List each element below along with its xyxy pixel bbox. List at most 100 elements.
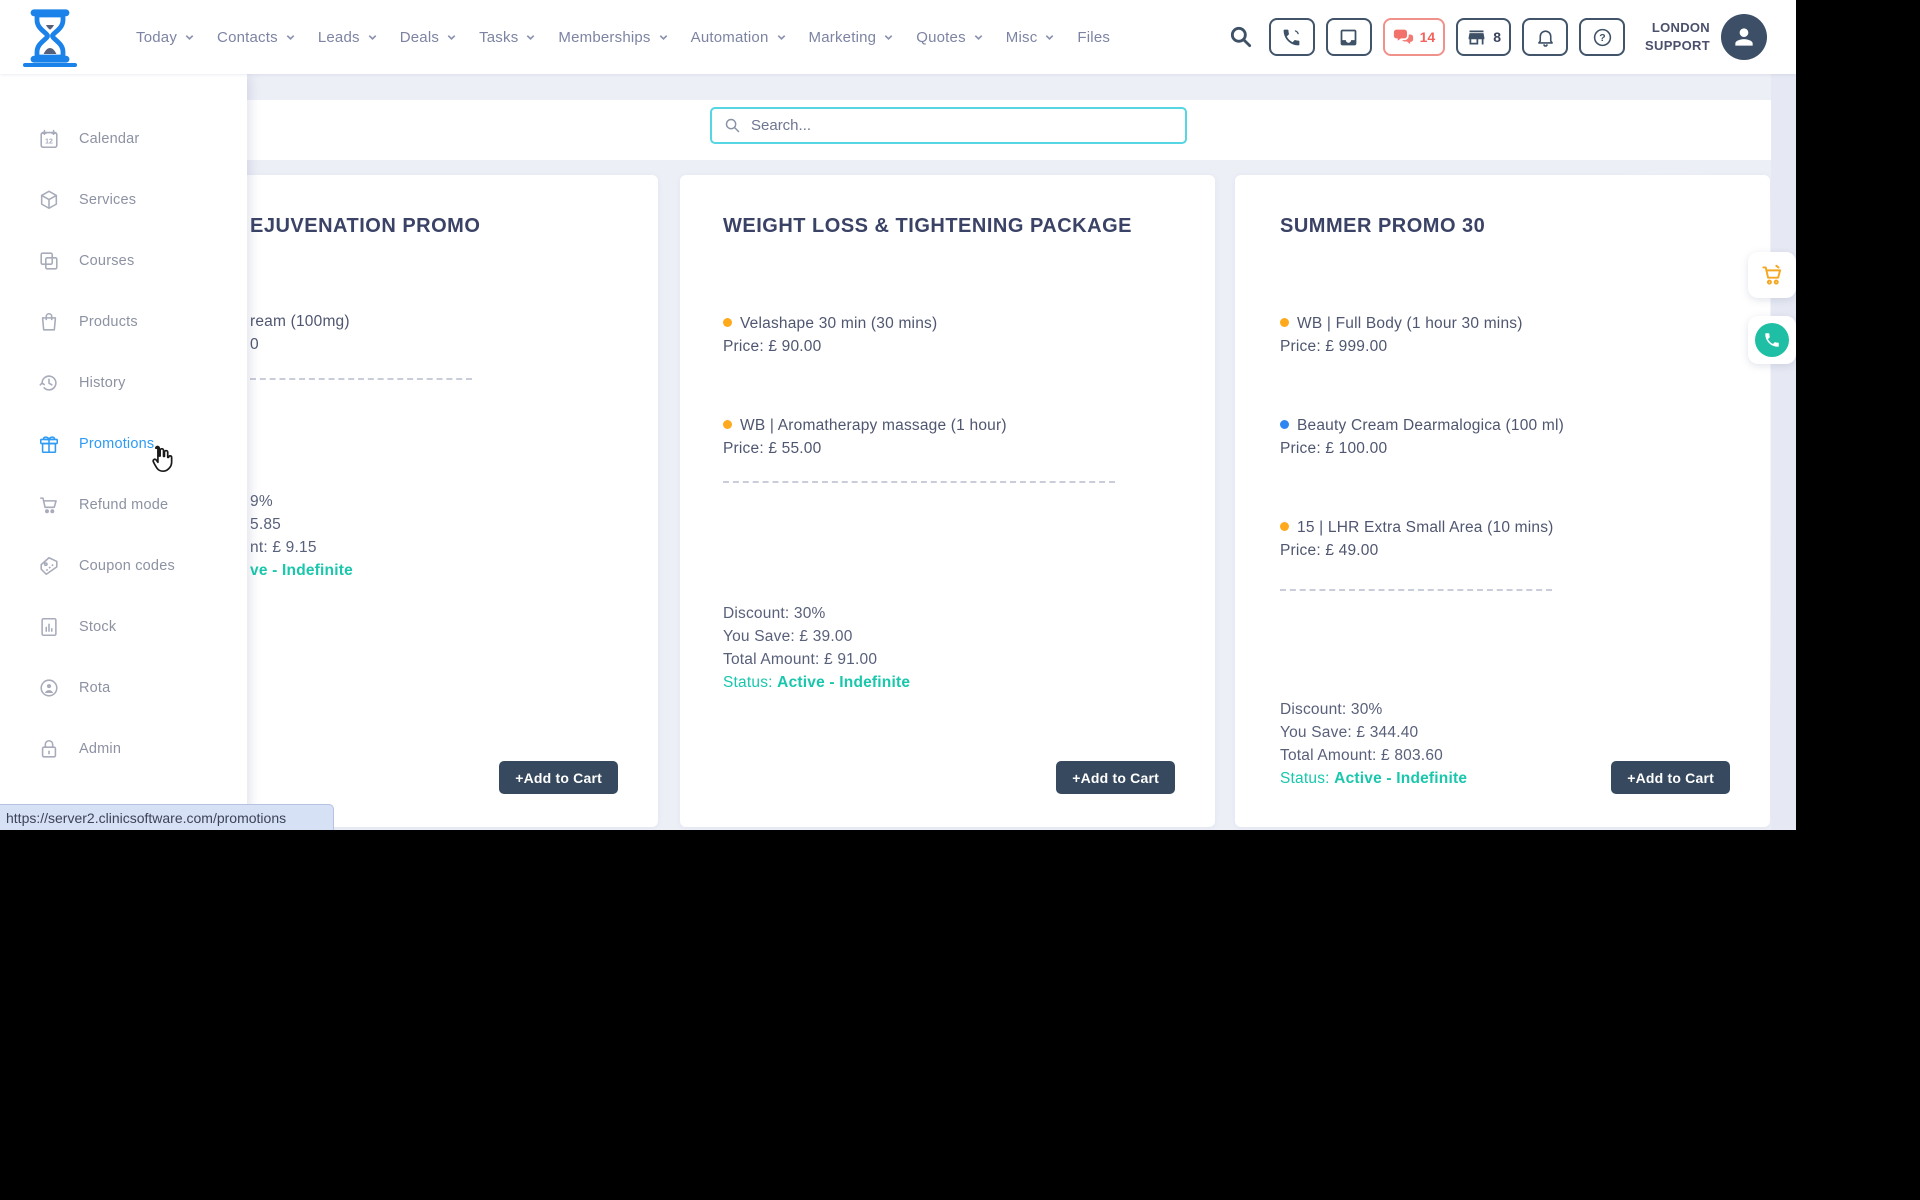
help-button[interactable]: ? bbox=[1579, 18, 1625, 56]
inbox-button[interactable] bbox=[1325, 18, 1372, 56]
phone-icon bbox=[1283, 29, 1300, 45]
account-name: LONDON SUPPORT bbox=[1645, 20, 1710, 53]
sidebar-item-promotions[interactable]: Promotions bbox=[0, 413, 247, 474]
promo-item: WB | Aromatherapy massage (1 hour) bbox=[723, 417, 1007, 435]
promo-title: WEIGHT LOSS & TIGHTENING PACKAGE bbox=[723, 215, 1132, 237]
sidebar-item-label: Rota bbox=[79, 679, 111, 696]
shopping-bag-icon bbox=[41, 312, 57, 331]
promo-item-price: 0 bbox=[250, 336, 259, 353]
chevron-down-icon bbox=[884, 34, 893, 40]
menu-item-contacts[interactable]: Contacts bbox=[217, 29, 296, 46]
divider bbox=[1280, 589, 1552, 591]
search-icon[interactable] bbox=[1228, 24, 1254, 50]
bullet-icon bbox=[723, 420, 732, 430]
promo-status: ve - Indefinite bbox=[250, 562, 353, 579]
floating-whatsapp-button[interactable] bbox=[1748, 316, 1796, 364]
promo-item-price: Price: £ 90.00 bbox=[723, 338, 822, 355]
promo-title: EJUVENATION PROMO bbox=[250, 215, 481, 237]
sidebar-item-label: Refund mode bbox=[79, 496, 169, 513]
sidebar-item-calendar[interactable]: 12 Calendar bbox=[0, 108, 247, 169]
refund-cart-icon bbox=[39, 496, 57, 513]
search-bar[interactable] bbox=[710, 107, 1187, 144]
sidebar-item-stock[interactable]: Stock bbox=[0, 596, 247, 657]
search-input[interactable] bbox=[751, 117, 1173, 134]
person-icon bbox=[1735, 28, 1753, 46]
calendar-icon: 12 bbox=[40, 129, 58, 148]
whatsapp-icon bbox=[1755, 323, 1789, 357]
menu-item-tasks[interactable]: Tasks bbox=[479, 29, 536, 46]
promo-total: nt: £ 9.15 bbox=[250, 539, 317, 556]
floating-cart-button[interactable] bbox=[1748, 252, 1796, 298]
sidebar-item-label: Stock bbox=[79, 618, 117, 635]
chevron-down-icon bbox=[527, 34, 535, 40]
promo-discount: 9% bbox=[250, 493, 273, 510]
sidebar-item-label: Coupon codes bbox=[79, 557, 175, 574]
stock-doc-icon bbox=[41, 617, 57, 636]
svg-text:12: 12 bbox=[45, 138, 53, 145]
promo-title: SUMMER PROMO 30 bbox=[1280, 215, 1486, 237]
promo-discount: Discount: 30% bbox=[723, 605, 826, 622]
chat-bubbles-icon bbox=[1393, 29, 1413, 44]
promo-you-save: 5.85 bbox=[250, 516, 281, 533]
promo-item: 15 | LHR Extra Small Area (10 mins) bbox=[1280, 519, 1554, 537]
promo-discount: Discount: 30% bbox=[1280, 701, 1383, 718]
store-button[interactable]: 8 bbox=[1456, 18, 1511, 56]
storefront-icon bbox=[1468, 30, 1485, 44]
clinic-software-logo[interactable] bbox=[24, 8, 76, 64]
divider bbox=[250, 378, 472, 380]
menu-item-memberships[interactable]: Memberships bbox=[558, 29, 668, 46]
history-clock-icon bbox=[39, 374, 57, 391]
lock-icon bbox=[41, 739, 57, 758]
bullet-icon bbox=[723, 318, 732, 328]
sidebar-item-refund-mode[interactable]: Refund mode bbox=[0, 474, 247, 535]
bullet-icon bbox=[1280, 318, 1289, 328]
divider bbox=[723, 481, 1115, 483]
sidebar-item-label: Services bbox=[79, 191, 137, 208]
inbox-icon bbox=[1340, 29, 1357, 45]
chevron-down-icon bbox=[368, 34, 376, 40]
menu-item-marketing[interactable]: Marketing bbox=[809, 29, 895, 46]
phone-button[interactable] bbox=[1268, 18, 1315, 56]
sidebar-item-coupon-codes[interactable]: Coupon codes bbox=[0, 535, 247, 596]
add-to-cart-button[interactable]: +Add to Cart bbox=[1611, 761, 1730, 794]
sidebar-item-rota[interactable]: Rota bbox=[0, 657, 247, 718]
chevron-down-icon bbox=[777, 34, 785, 40]
top-navbar: Today Contacts Leads Deals Tasks Members… bbox=[0, 0, 1796, 74]
sidebar-item-services[interactable]: Services bbox=[0, 169, 247, 230]
cart-icon bbox=[1762, 264, 1782, 285]
mouse-cursor bbox=[152, 445, 173, 473]
question-circle-icon: ? bbox=[1593, 28, 1611, 46]
overlapping-squares-icon bbox=[40, 251, 58, 270]
add-to-cart-button[interactable]: +Add to Cart bbox=[499, 761, 618, 794]
chevron-down-icon bbox=[1046, 34, 1054, 40]
avatar[interactable] bbox=[1721, 14, 1767, 60]
promo-total: Total Amount: £ 91.00 bbox=[723, 651, 878, 668]
menu-item-today[interactable]: Today bbox=[136, 29, 195, 46]
menu-item-quotes[interactable]: Quotes bbox=[916, 29, 984, 46]
search-icon bbox=[725, 118, 740, 133]
sidebar-item-label: Products bbox=[79, 313, 138, 330]
sidebar-item-courses[interactable]: Courses bbox=[0, 230, 247, 291]
menu-item-deals[interactable]: Deals bbox=[400, 29, 457, 46]
promo-status: Status: Active - Indefinite bbox=[1280, 770, 1468, 787]
coupon-tag-icon bbox=[40, 556, 58, 575]
promo-item: Beauty Cream Dearmalogica (100 ml) bbox=[1280, 417, 1564, 435]
menu-item-misc[interactable]: Misc bbox=[1006, 29, 1056, 46]
promo-total: Total Amount: £ 803.60 bbox=[1280, 747, 1443, 764]
chat-count-badge: 14 bbox=[1419, 29, 1436, 45]
sidebar-item-history[interactable]: History bbox=[0, 352, 247, 413]
add-to-cart-button[interactable]: +Add to Cart bbox=[1056, 761, 1175, 794]
sidebar-item-products[interactable]: Products bbox=[0, 291, 247, 352]
menu-item-files[interactable]: Files bbox=[1077, 29, 1110, 46]
gift-icon bbox=[39, 435, 59, 453]
menu-item-automation[interactable]: Automation bbox=[691, 29, 787, 46]
promo-card-weight-loss: WEIGHT LOSS & TIGHTENING PACKAGE Velasha… bbox=[680, 175, 1215, 827]
menu-item-leads[interactable]: Leads bbox=[318, 29, 378, 46]
promo-item-name: ream (100mg) bbox=[250, 313, 350, 330]
chat-notifications-button[interactable]: 14 bbox=[1382, 18, 1446, 56]
scrollbar[interactable] bbox=[1771, 74, 1796, 830]
chevron-down-icon bbox=[974, 34, 983, 40]
sidebar-item-admin[interactable]: Admin bbox=[0, 718, 247, 779]
notifications-button[interactable] bbox=[1522, 18, 1568, 56]
sidebar-item-label: Calendar bbox=[79, 130, 140, 147]
